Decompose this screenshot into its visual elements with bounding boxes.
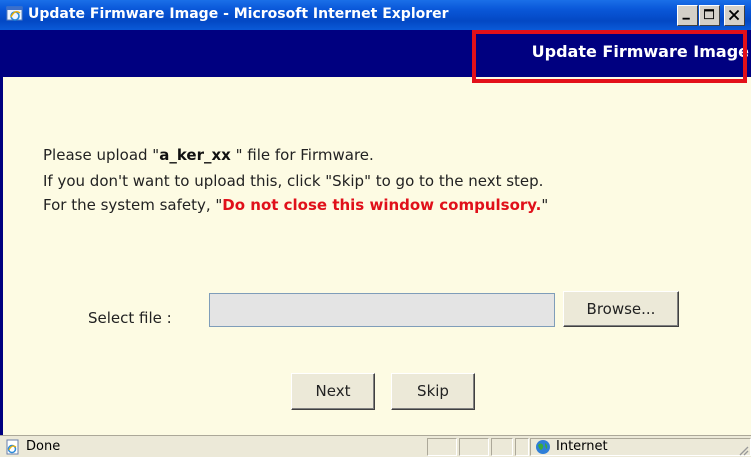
- warning-prefix: For the system safety, ": [43, 196, 223, 214]
- browser-window: Update Firmware Image - Microsoft Intern…: [0, 0, 751, 457]
- status-cell: [459, 438, 489, 456]
- skip-instruction: If you don't want to upload this, click …: [43, 172, 544, 190]
- safety-warning: For the system safety, "Do not close thi…: [43, 196, 548, 214]
- warning-suffix: ": [541, 196, 549, 214]
- minimize-icon: [682, 17, 690, 20]
- instruction-prefix: Please upload ": [43, 146, 160, 164]
- status-cell: [491, 438, 513, 456]
- status-cell: [515, 438, 529, 456]
- status-bar: Done Internet: [0, 435, 751, 457]
- file-path-input[interactable]: [209, 293, 555, 327]
- status-cell: [427, 438, 457, 456]
- instruction-suffix: " file for Firmware.: [230, 146, 374, 164]
- window-left-border: [0, 30, 3, 435]
- security-zone-label: Internet: [556, 439, 608, 454]
- maximize-icon: [704, 9, 715, 20]
- title-highlight-box: [472, 30, 747, 83]
- firmware-filename: a_ker_xx: [159, 146, 231, 164]
- next-button[interactable]: Next: [291, 373, 375, 410]
- window-title: Update Firmware Image - Microsoft Intern…: [28, 6, 449, 22]
- select-file-label: Select file :: [88, 309, 172, 327]
- warning-text: Do not close this window compulsory.: [222, 196, 542, 214]
- internet-explorer-icon: [6, 6, 23, 21]
- resize-grip-icon[interactable]: [737, 444, 749, 456]
- browse-button[interactable]: Browse...: [563, 291, 679, 327]
- status-text: Done: [26, 439, 61, 454]
- close-icon: [728, 9, 740, 21]
- page-done-icon: [6, 439, 19, 455]
- minimize-button[interactable]: [677, 5, 698, 26]
- title-bar[interactable]: Update Firmware Image - Microsoft Intern…: [0, 0, 751, 30]
- upload-instruction: Please upload "a_ker_xx " file for Firmw…: [43, 146, 374, 164]
- globe-icon: [536, 440, 550, 454]
- close-button[interactable]: [724, 5, 745, 26]
- maximize-button[interactable]: [699, 5, 720, 26]
- skip-button[interactable]: Skip: [391, 373, 475, 410]
